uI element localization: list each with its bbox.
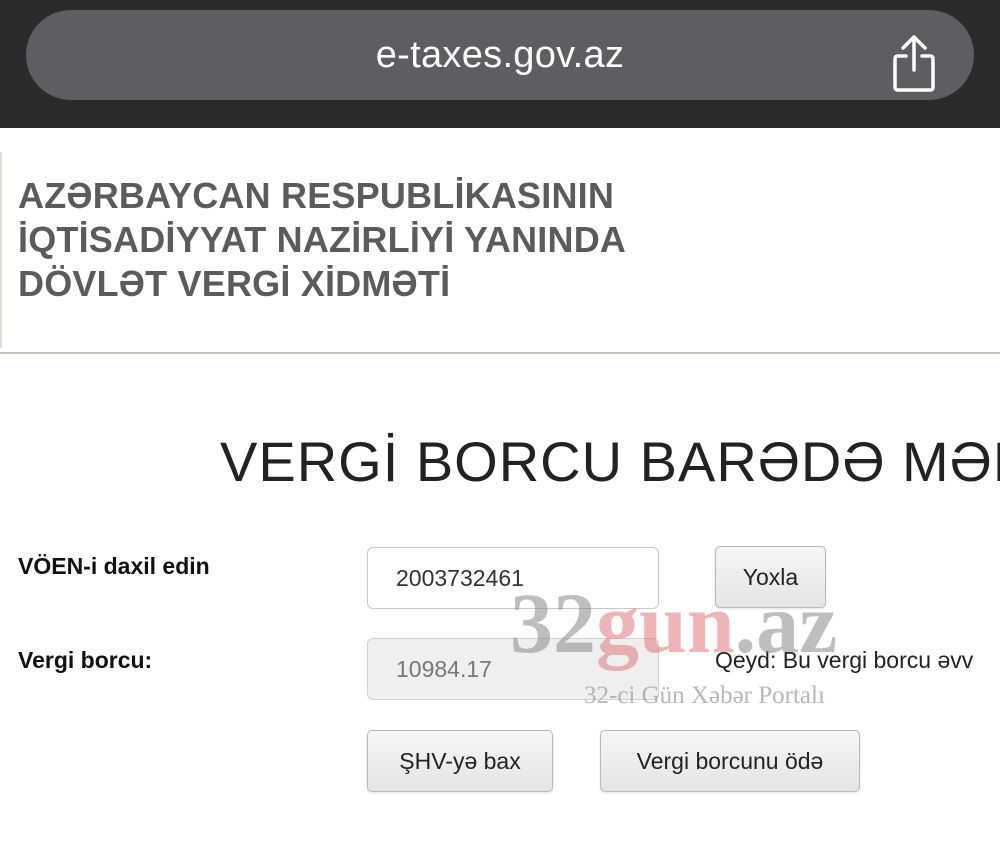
debt-note: Qeyd: Bu vergi borcu əvv xyxy=(715,647,974,673)
site-header: AZƏRBAYCAN RESPUBLİKASININ İQTİSADİYYAT … xyxy=(0,128,1000,354)
check-button[interactable]: Yoxla xyxy=(715,546,826,608)
header-divider xyxy=(0,152,2,348)
voen-input[interactable] xyxy=(367,547,659,609)
debt-amount-field xyxy=(367,638,659,700)
view-shv-button[interactable]: ŞHV-yə bax xyxy=(367,730,553,792)
org-name-line-2: İQTİSADİYYAT NAZİRLİYİ YANINDA xyxy=(18,219,627,260)
browser-chrome: e-taxes.gov.az xyxy=(0,0,1000,128)
org-name-line-3: DÖVLƏT VERGİ XİDMƏTİ xyxy=(18,263,451,304)
url-text[interactable]: e-taxes.gov.az xyxy=(26,10,974,100)
address-bar[interactable]: e-taxes.gov.az xyxy=(26,10,974,100)
share-icon xyxy=(893,35,935,92)
debt-label: Vergi borcu: xyxy=(18,647,153,673)
voen-label: VÖEN-i daxil edin xyxy=(18,553,210,579)
org-name-line-1: AZƏRBAYCAN RESPUBLİKASININ xyxy=(18,175,615,216)
page-title: VERGİ BORCU BARƏDƏ MƏL xyxy=(220,430,1000,493)
share-button[interactable] xyxy=(890,34,938,94)
pay-debt-button[interactable]: Vergi borcunu ödə xyxy=(600,730,860,792)
organization-name[interactable]: AZƏRBAYCAN RESPUBLİKASININ İQTİSADİYYAT … xyxy=(18,174,626,306)
